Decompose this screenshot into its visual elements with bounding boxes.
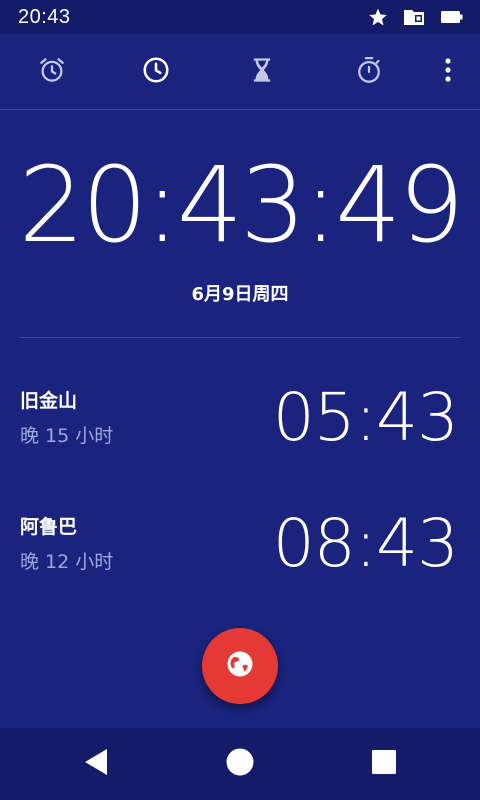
city-time: 08:43 bbox=[272, 505, 459, 582]
tab-stopwatch[interactable] bbox=[349, 52, 389, 92]
world-clock-item[interactable]: 旧金山 晚 15 小时 05:43 bbox=[0, 372, 480, 472]
globe-icon bbox=[225, 649, 255, 683]
back-icon bbox=[82, 747, 110, 781]
clock-app-screen: 20:43 20:43:49 6月9日周四 旧金山 晚 15 小时 05:43 … bbox=[0, 0, 480, 800]
tab-bar bbox=[0, 34, 480, 110]
tab-timer[interactable] bbox=[242, 52, 282, 92]
status-time: 20:43 bbox=[18, 5, 71, 28]
overflow-menu-button[interactable] bbox=[428, 52, 468, 92]
clock-icon bbox=[141, 55, 171, 89]
status-icons bbox=[368, 7, 464, 27]
sd-card-icon bbox=[402, 7, 426, 27]
add-city-button[interactable] bbox=[202, 628, 278, 704]
city-time: 05:43 bbox=[272, 379, 459, 456]
city-time-offset: 晚 15 小时 bbox=[20, 425, 114, 447]
city-name: 阿鲁巴 bbox=[20, 516, 78, 538]
world-clock-item[interactable]: 阿鲁巴 晚 12 小时 08:43 bbox=[0, 498, 480, 598]
hourglass-icon bbox=[248, 55, 276, 89]
digital-clock: 20:43:49 bbox=[18, 144, 464, 266]
navigation-bar bbox=[0, 728, 480, 800]
back-button[interactable] bbox=[78, 746, 114, 782]
tab-alarm[interactable] bbox=[32, 52, 72, 92]
recents-icon bbox=[370, 748, 398, 780]
recents-button[interactable] bbox=[366, 746, 402, 782]
more-vert-icon bbox=[443, 56, 453, 88]
alarm-icon bbox=[37, 55, 67, 89]
city-time-offset: 晚 12 小时 bbox=[20, 551, 114, 573]
tab-clock[interactable] bbox=[136, 52, 176, 92]
status-bar: 20:43 bbox=[0, 0, 480, 34]
clock-divider bbox=[20, 337, 460, 338]
stopwatch-icon bbox=[354, 55, 384, 89]
city-name: 旧金山 bbox=[20, 390, 78, 412]
star-icon bbox=[368, 7, 388, 27]
battery-icon bbox=[440, 9, 464, 25]
home-button[interactable] bbox=[222, 746, 258, 782]
home-icon bbox=[225, 747, 255, 781]
clock-date: 6月9日周四 bbox=[191, 284, 289, 305]
toolbar-divider bbox=[0, 109, 480, 110]
